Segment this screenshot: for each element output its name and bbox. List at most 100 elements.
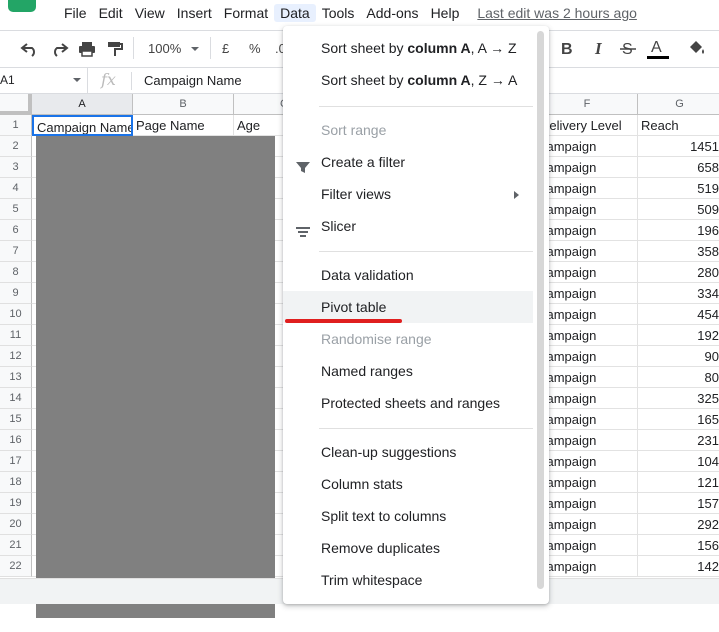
print-icon[interactable] [78,40,96,58]
cell-g9[interactable]: 334 [638,283,719,304]
cell-f16[interactable]: campaign [537,430,638,451]
row-header[interactable]: 4 [0,178,32,199]
zoom-chevron-down-icon[interactable] [191,47,199,51]
cell-g2[interactable]: 1451 [638,136,719,157]
cell-f12[interactable]: campaign [537,346,638,367]
cell-f2[interactable]: campaign [537,136,638,157]
sort-range[interactable]: Sort range [283,114,533,146]
row-header[interactable]: 1 [0,115,32,136]
menu-insert[interactable]: Insert [171,4,218,22]
cell-f20[interactable]: campaign [537,514,638,535]
cell-g16[interactable]: 231 [638,430,719,451]
named-ranges[interactable]: Named ranges [283,355,533,387]
cell-f13[interactable]: campaign [537,367,638,388]
currency-button[interactable]: £ [222,41,229,56]
cell-g7[interactable]: 358 [638,241,719,262]
zoom-select[interactable]: 100% [148,41,181,56]
cell-f8[interactable]: campaign [537,262,638,283]
menu-format[interactable]: Format [218,4,274,22]
cell-b1[interactable]: Page Name [133,115,234,136]
menu-scrollbar[interactable] [537,31,544,589]
row-header[interactable]: 5 [0,199,32,220]
cell-f4[interactable]: campaign [537,178,638,199]
row-header[interactable]: 2 [0,136,32,157]
cell-f11[interactable]: campaign [537,325,638,346]
cell-f7[interactable]: campaign [537,241,638,262]
row-header[interactable]: 17 [0,451,32,472]
create-filter[interactable]: Create a filter [283,146,533,178]
split-text-to-columns[interactable]: Split text to columns [283,500,533,532]
row-header[interactable]: 10 [0,304,32,325]
menu-tools[interactable]: Tools [316,4,361,22]
row-header[interactable]: 8 [0,262,32,283]
bold-icon[interactable]: B [560,39,574,57]
cell-g17[interactable]: 104 [638,451,719,472]
name-box[interactable]: A1 [0,68,88,94]
cell-g20[interactable]: 292 [638,514,719,535]
sheets-logo[interactable] [8,0,36,12]
column-header-a[interactable]: A [32,94,133,115]
row-header[interactable]: 18 [0,472,32,493]
cell-g10[interactable]: 454 [638,304,719,325]
row-header[interactable]: 20 [0,514,32,535]
row-header[interactable]: 19 [0,493,32,514]
cell-g19[interactable]: 157 [638,493,719,514]
cell-f1[interactable]: Delivery Level [537,115,638,136]
row-header[interactable]: 22 [0,556,32,577]
cell-g21[interactable]: 156 [638,535,719,556]
paint-format-icon[interactable] [107,40,123,58]
row-header[interactable]: 15 [0,409,32,430]
chevron-down-icon[interactable] [73,78,81,82]
cell-g15[interactable]: 165 [638,409,719,430]
column-header-b[interactable]: B [133,94,234,115]
redo-icon[interactable] [49,40,69,58]
trim-whitespace[interactable]: Trim whitespace [283,564,533,596]
italic-icon[interactable]: I [593,39,607,57]
column-stats[interactable]: Column stats [283,468,533,500]
menu-help[interactable]: Help [425,4,466,22]
row-header[interactable]: 14 [0,388,32,409]
sort-sheet-az[interactable]: Sort sheet by column A, A → Z [283,32,533,64]
menu-view[interactable]: View [129,4,171,22]
row-header[interactable]: 12 [0,346,32,367]
cell-f6[interactable]: campaign [537,220,638,241]
randomise-range[interactable]: Randomise range [283,323,533,355]
cell-f14[interactable]: campaign [537,388,638,409]
cell-g22[interactable]: 142 [638,556,719,577]
select-all-corner[interactable] [0,94,32,115]
row-header[interactable]: 13 [0,367,32,388]
text-color-icon[interactable]: A [647,37,669,61]
cell-f3[interactable]: campaign [537,157,638,178]
menu-data[interactable]: Data [274,4,316,22]
percent-button[interactable]: % [249,41,261,56]
cell-g11[interactable]: 192 [638,325,719,346]
cell-g6[interactable]: 196 [638,220,719,241]
row-header[interactable]: 16 [0,430,32,451]
cell-f18[interactable]: campaign [537,472,638,493]
strikethrough-icon[interactable]: S [620,39,636,57]
cell-g3[interactable]: 658 [638,157,719,178]
slicer[interactable]: Slicer [283,210,533,242]
cell-g13[interactable]: 80 [638,367,719,388]
fill-color-icon[interactable] [687,39,707,57]
cell-f21[interactable]: campaign [537,535,638,556]
formula-input[interactable]: Campaign Name [144,73,242,88]
remove-duplicates[interactable]: Remove duplicates [283,532,533,564]
row-header[interactable]: 3 [0,157,32,178]
sort-sheet-za[interactable]: Sort sheet by column A, Z → A [283,64,533,96]
row-header[interactable]: 9 [0,283,32,304]
cell-f22[interactable]: campaign [537,556,638,577]
cell-f15[interactable]: campaign [537,409,638,430]
data-validation[interactable]: Data validation [283,259,533,291]
cleanup-suggestions[interactable]: Clean-up suggestions [283,436,533,468]
row-header[interactable]: 11 [0,325,32,346]
cell-f19[interactable]: campaign [537,493,638,514]
cell-g18[interactable]: 121 [638,472,719,493]
cell-g8[interactable]: 280 [638,262,719,283]
filter-views[interactable]: Filter views [283,178,533,210]
menu-addons[interactable]: Add-ons [360,4,424,22]
cell-g14[interactable]: 325 [638,388,719,409]
row-header[interactable]: 7 [0,241,32,262]
cell-g12[interactable]: 90 [638,346,719,367]
column-header-f[interactable]: F [537,94,638,115]
